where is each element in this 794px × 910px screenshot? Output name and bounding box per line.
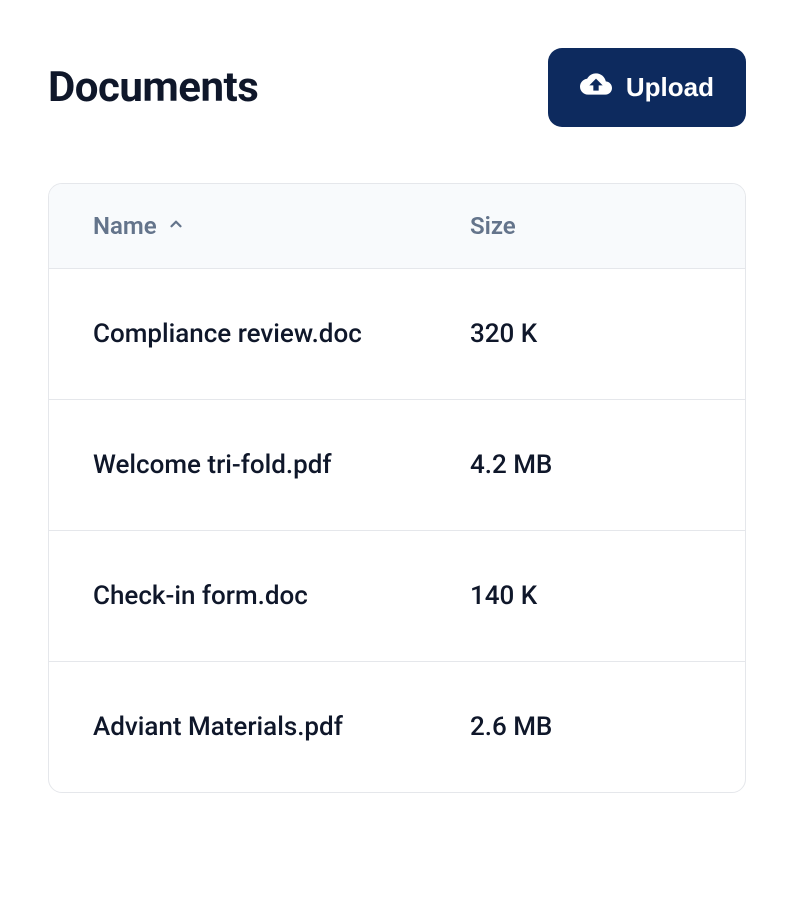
- file-size: 140 K: [470, 581, 537, 611]
- file-name: Compliance review.doc: [93, 319, 362, 349]
- page-header: Documents Upload: [48, 48, 746, 127]
- upload-button[interactable]: Upload: [548, 48, 746, 127]
- table-header-row: Name Size: [49, 184, 745, 269]
- cloud-upload-icon: [580, 68, 612, 107]
- file-size: 320 K: [470, 319, 537, 349]
- sort-ascending-icon: [167, 215, 185, 237]
- column-header-name[interactable]: Name: [93, 212, 470, 240]
- table-row[interactable]: Adviant Materials.pdf 2.6 MB: [49, 662, 745, 792]
- documents-table: Name Size Compliance review.doc 320 K We…: [48, 183, 746, 793]
- upload-button-label: Upload: [626, 72, 714, 103]
- file-size: 4.2 MB: [470, 450, 552, 480]
- column-header-size[interactable]: Size: [470, 212, 701, 240]
- file-name: Adviant Materials.pdf: [93, 712, 343, 742]
- column-header-size-label: Size: [470, 212, 516, 240]
- table-row[interactable]: Check-in form.doc 140 K: [49, 531, 745, 662]
- table-row[interactable]: Welcome tri-fold.pdf 4.2 MB: [49, 400, 745, 531]
- file-name: Welcome tri-fold.pdf: [93, 450, 332, 480]
- file-name: Check-in form.doc: [93, 581, 308, 611]
- file-size: 2.6 MB: [470, 712, 552, 742]
- column-header-name-label: Name: [93, 212, 157, 240]
- page-title: Documents: [48, 63, 258, 112]
- table-row[interactable]: Compliance review.doc 320 K: [49, 269, 745, 400]
